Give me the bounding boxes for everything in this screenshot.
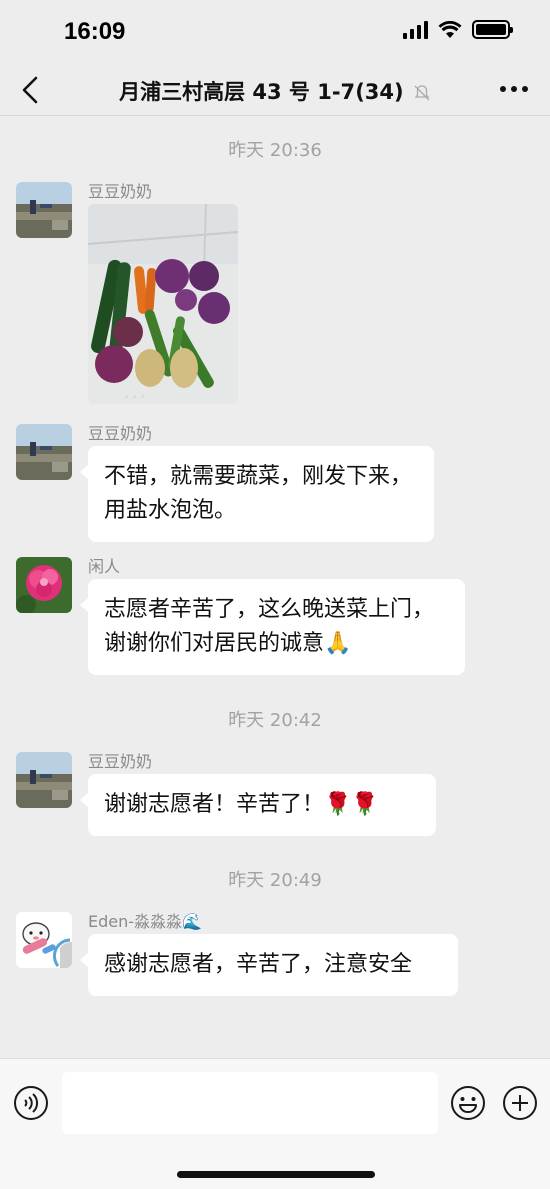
sender-name: 豆豆奶奶 [88, 424, 153, 443]
sender-name: 豆豆奶奶 [88, 182, 153, 201]
avatar[interactable] [16, 752, 72, 808]
avatar[interactable] [16, 557, 72, 613]
battery-icon [472, 20, 513, 39]
voice-input-icon[interactable] [13, 1085, 49, 1121]
chat-title: 月浦三村高层 43 号 1-7(34) [0, 76, 550, 106]
message-bubble[interactable]: 感谢志愿者，辛苦了，注意安全 [80, 934, 458, 996]
timestamp: 昨天 20:42 [228, 710, 322, 731]
avatar[interactable] [16, 912, 72, 968]
message-bubble[interactable]: 不错，就需要蔬菜，刚发下来，用盐水泡泡。 [80, 446, 434, 542]
status-time: 16:09 [64, 18, 126, 45]
avatar[interactable] [16, 182, 72, 238]
home-indicator [177, 1171, 375, 1178]
emoji-icon[interactable] [450, 1085, 486, 1121]
status-icons [403, 20, 513, 39]
group-name: 月浦三村高层 43 号 1-7 [119, 80, 356, 104]
svg-text:◦ ◦ ◦: ◦ ◦ ◦ [124, 393, 146, 403]
timestamp: 昨天 20:36 [228, 140, 322, 161]
sender-name: 闲人 [88, 557, 121, 576]
sender-name: Eden-淼淼淼🌊 [88, 912, 202, 931]
member-count: (34) [355, 80, 404, 104]
message-bubble[interactable]: 志愿者辛苦了，这么晚送菜上门，谢谢你们对居民的诚意🙏 [80, 579, 465, 675]
status-bar: 16:09 [0, 0, 550, 64]
timestamp: 昨天 20:49 [228, 870, 322, 891]
wifi-icon [438, 20, 462, 38]
nav-bar: 月浦三村高层 43 号 1-7(34) [0, 64, 550, 116]
plus-icon[interactable] [502, 1085, 538, 1121]
vegetables-photo[interactable]: ◦ ◦ ◦ [88, 204, 238, 404]
avatar[interactable] [16, 424, 72, 480]
mute-bell-icon [414, 85, 430, 101]
input-bar [0, 1058, 550, 1189]
message-input[interactable] [62, 1072, 438, 1134]
sender-name: 豆豆奶奶 [88, 752, 153, 771]
chat-area[interactable]: 昨天 20:36 豆豆奶奶 ◦ ◦ ◦ 豆豆奶奶 不错，就需要蔬菜，刚发下来，用… [0, 116, 550, 1058]
cellular-signal-icon [403, 20, 428, 39]
more-options-icon[interactable] [500, 86, 528, 92]
message-bubble[interactable]: 谢谢志愿者！辛苦了！🌹🌹 [80, 774, 436, 836]
